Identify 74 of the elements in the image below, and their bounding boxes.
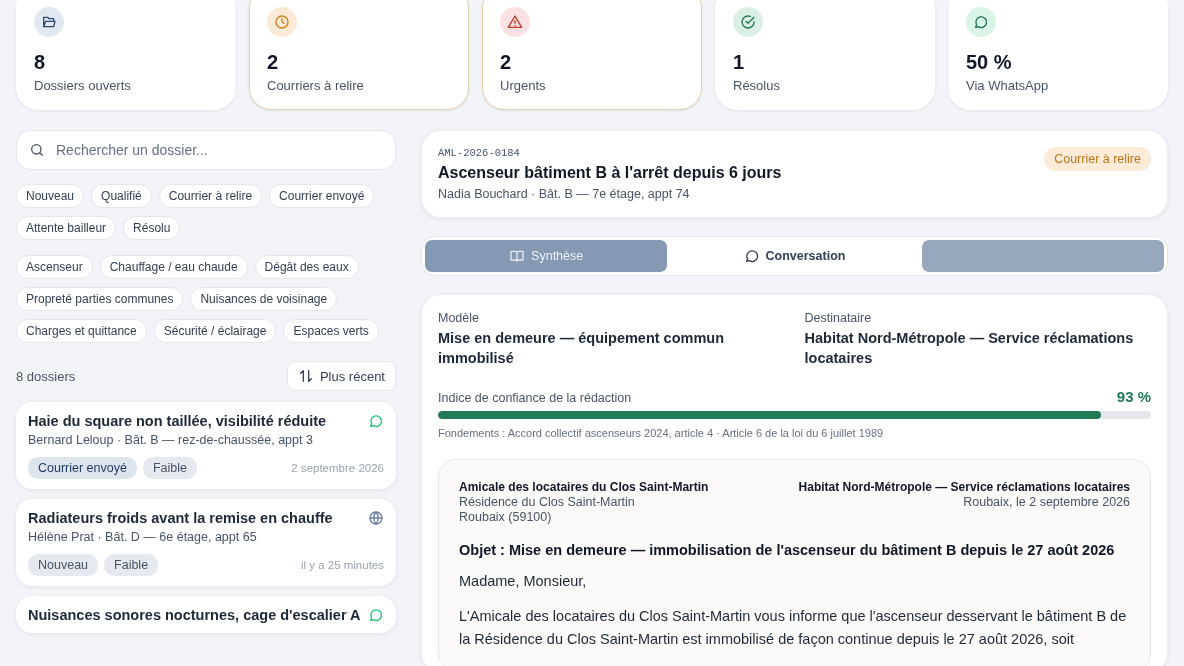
- stat-value: 1: [733, 51, 746, 74]
- tab[interactable]: [921, 240, 1164, 272]
- book-icon: [509, 248, 526, 264]
- filter-chip[interactable]: Ascenseur: [16, 255, 93, 279]
- sender-name: Amicale des locataires du Clos Saint-Martin: [459, 480, 709, 494]
- case-card[interactable]: Radiateurs froids avant la remise en chauffe Hélène Prat · Bât. D — 6e étage, appt 65 Nouveau Faible il y a 25 minutes: [16, 499, 396, 586]
- filter-chip[interactable]: Chauffage / eau chaude: [99, 255, 248, 279]
- search-icon: [29, 142, 45, 158]
- case-tag: Faible: [142, 457, 197, 479]
- case-tag: Faible: [104, 554, 159, 576]
- chat-icon: [368, 413, 384, 429]
- sort-icon: [297, 368, 314, 384]
- case-time: il y a 25 minutes: [300, 559, 384, 571]
- sort-button[interactable]: Plus récent: [286, 361, 396, 391]
- stat-label: Via WhatsApp: [966, 78, 1050, 93]
- case-tag: Nouveau: [28, 554, 99, 576]
- case-title: Ascenseur bâtiment B à l'arrêt depuis 6 jours: [438, 164, 782, 182]
- filter-chip[interactable]: Courrier envoyé: [269, 184, 375, 208]
- recipient-name: Habitat Nord-Métropole — Service réclamations locataires: [798, 480, 1130, 494]
- stat-label: Courriers à relire: [267, 78, 365, 93]
- case-time: 2 septembre 2026: [291, 462, 384, 474]
- field-label: Modèle: [438, 311, 480, 325]
- confidence-value: 93 %: [1116, 388, 1151, 405]
- case-card[interactable]: Nuisances sonores nocturnes, cage d'escalier A: [16, 596, 396, 633]
- filter-chip[interactable]: Qualifié: [91, 184, 152, 208]
- case-title: Haie du square non taillée, visibilité réduite: [28, 413, 327, 429]
- letter-date: Roubaix, le 2 septembre 2026: [963, 495, 1130, 509]
- filter-chip[interactable]: Propreté parties communes: [16, 287, 184, 311]
- case-title: Nuisances sonores nocturnes, cage d'escalier A: [28, 607, 361, 623]
- speech-bubble-icon: [966, 7, 996, 37]
- stat-value: 2: [500, 51, 513, 74]
- filter-chip[interactable]: Résolu: [123, 216, 181, 240]
- letter-greeting: Madame, Monsieur,: [459, 572, 588, 591]
- chat-icon: [743, 248, 760, 264]
- letter-subject: Objet : Mise en demeure — immobilisation de l'ascenseur du bâtiment B depuis le 27 août 2026: [459, 542, 1116, 558]
- stat-value: 8: [34, 51, 47, 74]
- chat-icon: [368, 607, 384, 623]
- case-count: 8 dossiers: [16, 368, 76, 384]
- stat-value: 50 %: [966, 51, 1013, 74]
- filter-chip[interactable]: Courrier à relire: [158, 184, 263, 208]
- case-tenant: Nadia Bouchard · Bât. B — 7e étage, appt 74: [438, 187, 691, 201]
- sender-address: Résidence du Clos Saint-Martin: [459, 495, 636, 509]
- letter-paragraph: L'Amicale des locataires du Clos Saint-Martin vous informe que l'ascenseur desservant le bâtiment B de la Résidence du Clos Saint-Martin est immobilisé de façon continue depuis le 27 août 2026, soit: [459, 607, 1128, 649]
- search-field[interactable]: Rechercher un dossier...: [16, 130, 396, 170]
- filter-chip[interactable]: Attente bailleur: [16, 216, 117, 240]
- filter-chip[interactable]: Espaces verts: [283, 319, 379, 343]
- case-tenant: Hélène Prat · Bât. D — 6e étage, appt 65: [28, 530, 258, 544]
- stat-label: Dossiers ouverts: [34, 78, 132, 93]
- legal-basis: Fondements : Accord collectif ascenseurs 2024, article 4 · Article 6 de la loi du 6 juillet 1989: [438, 427, 885, 439]
- case-card[interactable]: Haie du square non taillée, visibilité réduite Bernard Leloup · Bât. B — rez-de-chaussée, appt 3 Courrier envoyé Faible 2 septembre 2026: [16, 402, 396, 489]
- status-badge: Courrier à relire: [1044, 147, 1151, 171]
- filter-chip[interactable]: Sécurité / éclairage: [153, 319, 277, 343]
- sender-address: Roubaix (59100): [459, 510, 553, 524]
- stat-label: Urgents: [500, 78, 547, 93]
- recipient-name: Habitat Nord-Métropole — Service réclamations locataires: [804, 329, 1135, 368]
- case-tag: Courrier envoyé: [28, 457, 137, 479]
- stat-value: 2: [267, 51, 280, 74]
- filter-chip[interactable]: Nouveau: [16, 184, 85, 208]
- folder-icon: [34, 7, 64, 37]
- case-reference: AML-2026-0184: [438, 147, 521, 159]
- warning-icon: [500, 7, 530, 37]
- field-label: Destinataire: [804, 311, 873, 325]
- globe-icon: [368, 510, 384, 526]
- confidence-label: Indice de confiance de la rédaction: [438, 391, 632, 405]
- stat-label: Résolus: [733, 78, 781, 93]
- case-tenant: Bernard Leloup · Bât. B — rez-de-chaussée, appt 3: [28, 433, 314, 447]
- filter-chip[interactable]: Dégât des eaux: [254, 255, 359, 279]
- search-input[interactable]: Rechercher un dossier...: [54, 141, 383, 159]
- filter-chip[interactable]: Charges et quittance: [16, 319, 147, 343]
- check-icon: [733, 7, 763, 37]
- filter-chip[interactable]: Nuisances de voisinage: [190, 287, 338, 311]
- case-title: Radiateurs froids avant la remise en chauffe: [28, 510, 333, 526]
- model-name: Mise en demeure — équipement commun immobilisé: [438, 329, 726, 368]
- clock-icon: [267, 7, 297, 37]
